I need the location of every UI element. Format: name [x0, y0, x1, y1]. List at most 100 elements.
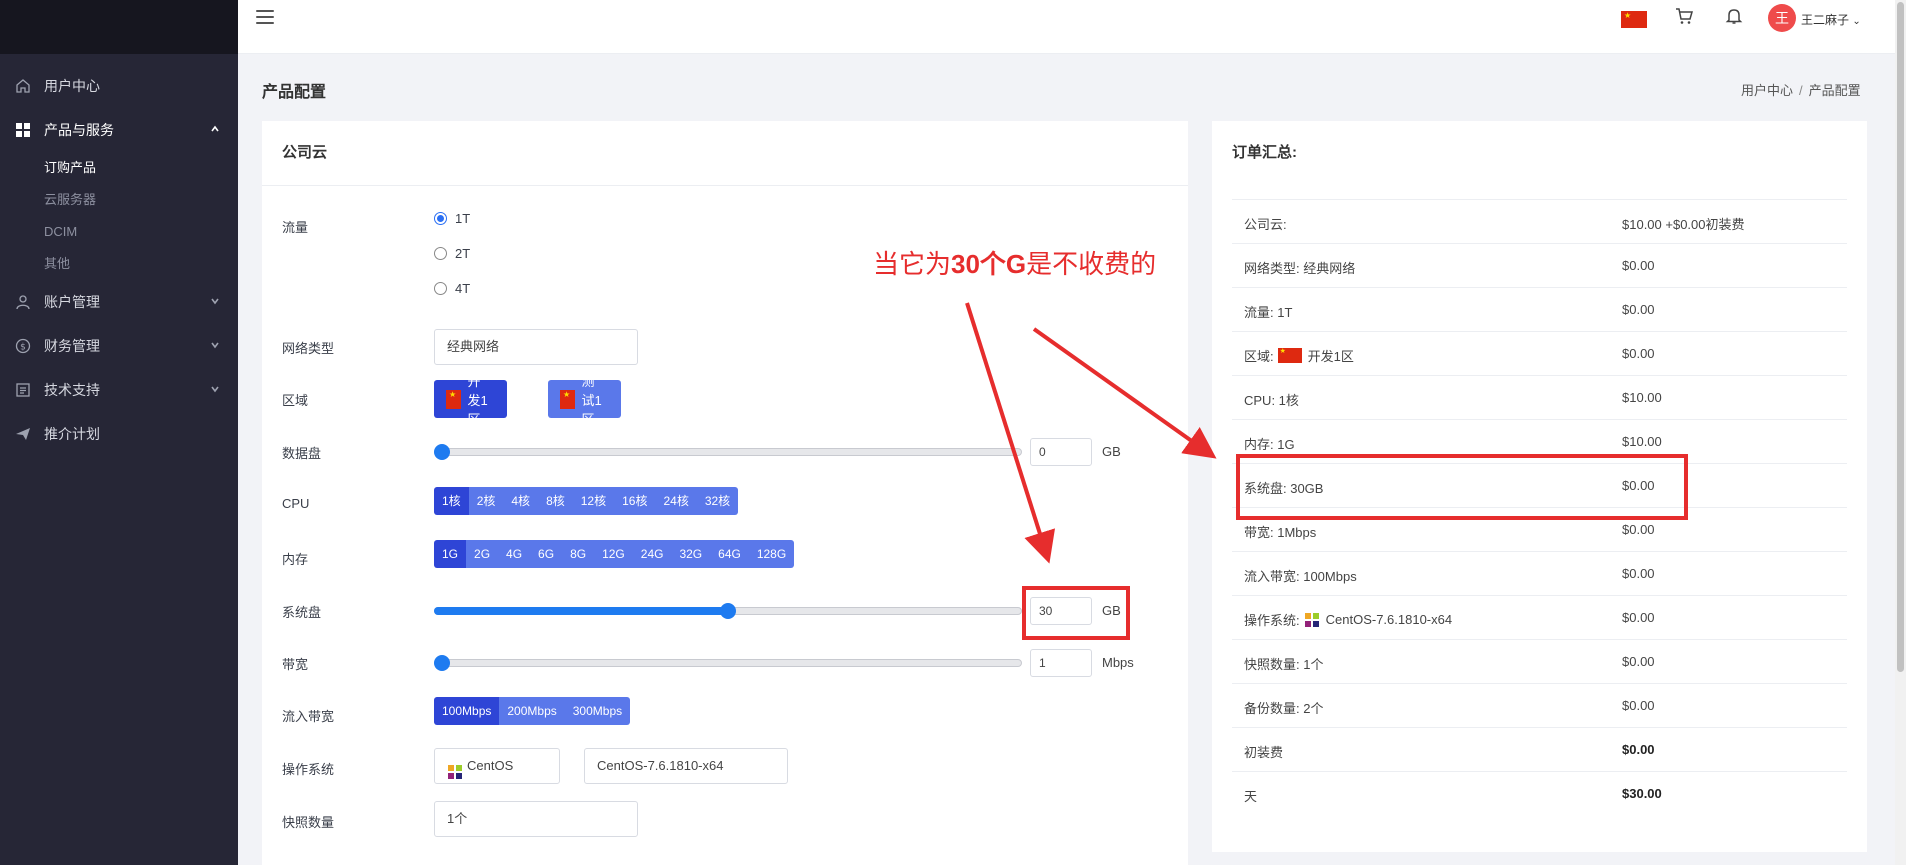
home-icon — [14, 77, 32, 95]
cpu-option[interactable]: 16核 — [614, 487, 656, 515]
data-disk-input[interactable]: 0 — [1030, 438, 1092, 466]
inbound-bandwidth-option[interactable]: 200Mbps — [499, 697, 565, 725]
sidebar-subitem-dcim[interactable]: DCIM — [0, 216, 238, 248]
traffic-option-2t[interactable]: 2T — [434, 246, 470, 261]
cpu-option[interactable]: 32核 — [696, 487, 739, 515]
summary-key: 公司云: — [1244, 217, 1287, 232]
network-type-select[interactable]: 经典网络 — [434, 329, 638, 365]
traffic-option-4t[interactable]: 4T — [434, 281, 470, 296]
radio-dot — [434, 282, 447, 295]
os-family-select[interactable]: CentOS — [434, 748, 560, 784]
memory-option[interactable]: 32G — [671, 540, 711, 568]
summary-key: 流量: 1T — [1244, 305, 1293, 320]
summary-row-setup-fee: 初装费 $0.00 — [1232, 727, 1847, 771]
topbar: 王 王二麻子 ⌄ — [238, 0, 1895, 54]
breadcrumb: 用户中心 / 产品配置 — [1741, 80, 1861, 99]
sidebar-item-products-services[interactable]: 产品与服务 — [0, 108, 238, 152]
inbound-bandwidth-options: 100Mbps 200Mbps 300Mbps — [434, 697, 631, 725]
avatar[interactable]: 王 — [1768, 4, 1796, 32]
summary-value: $0.00 — [1622, 654, 1655, 669]
centos-logo-icon — [447, 759, 463, 779]
radio-dot — [434, 247, 447, 260]
sidebar-nav: 用户中心 产品与服务 订购产品 云服务器 DCIM 其他 账户管理 $ 财务管理… — [0, 54, 238, 456]
summary-key: 操作系统: CentOS-7.6.1810-x64 — [1244, 610, 1452, 629]
data-disk-slider[interactable] — [434, 444, 1022, 460]
cpu-option[interactable]: 24核 — [655, 487, 697, 515]
sidebar-subitem-cloud-server[interactable]: 云服务器 — [0, 184, 238, 216]
china-flag-icon[interactable] — [1621, 11, 1647, 28]
bandwidth-input[interactable]: 1 — [1030, 649, 1092, 677]
bandwidth-slider[interactable] — [434, 655, 1022, 671]
sidebar-item-finance[interactable]: $ 财务管理 — [0, 324, 238, 368]
summary-key: 系统盘: 30GB — [1244, 481, 1324, 496]
memory-option[interactable]: 8G — [562, 540, 595, 568]
summary-row: 区域: 开发1区 $0.00 — [1232, 331, 1847, 375]
cpu-option[interactable]: 1核 — [434, 487, 469, 515]
summary-key: 网络类型: 经典网络 — [1244, 261, 1356, 276]
summary-value: $0.00 — [1622, 346, 1655, 361]
breadcrumb-link-user-center[interactable]: 用户中心 — [1741, 83, 1793, 98]
summary-row: 内存: 1G $10.00 — [1232, 419, 1847, 463]
sidebar-item-user-center[interactable]: 用户中心 — [0, 64, 238, 108]
grid-icon — [14, 121, 32, 139]
radio-label: 1T — [455, 211, 471, 226]
inbound-bandwidth-option[interactable]: 100Mbps — [434, 697, 500, 725]
system-disk-slider[interactable] — [434, 603, 1022, 619]
slider-handle[interactable] — [434, 655, 450, 671]
memory-option[interactable]: 4G — [498, 540, 531, 568]
user-menu[interactable]: 王二麻子 ⌄ — [1801, 11, 1861, 28]
summary-value: $0.00 — [1622, 610, 1655, 625]
cpu-option[interactable]: 8核 — [538, 487, 573, 515]
inbound-bandwidth-option[interactable]: 300Mbps — [564, 697, 631, 725]
region-label-text: 开发1区 — [467, 373, 488, 427]
region-button-test1[interactable]: 测试1区 — [548, 374, 622, 427]
user-icon — [14, 293, 32, 311]
slider-track — [434, 659, 1022, 667]
memory-option[interactable]: 12G — [594, 540, 633, 568]
cpu-option[interactable]: 2核 — [468, 487, 504, 515]
menu-toggle-icon[interactable] — [256, 10, 274, 26]
traffic-option-1t[interactable]: 1T — [434, 211, 470, 226]
ticket-icon — [14, 381, 32, 399]
sidebar-subitem-other[interactable]: 其他 — [0, 248, 238, 280]
memory-options: 1G 2G 4G 6G 8G 12G 24G 32G 64G 128G — [434, 540, 795, 568]
snapshots-select[interactable]: 1个 — [434, 801, 638, 837]
summary-key-prefix: 区域: — [1244, 349, 1274, 364]
sidebar-item-label: 技术支持 — [44, 382, 100, 398]
memory-option[interactable]: 128G — [748, 540, 795, 568]
summary-value: $0.00 — [1622, 478, 1655, 493]
summary-key: 天 — [1244, 789, 1258, 804]
slider-handle[interactable] — [434, 444, 450, 460]
cart-icon[interactable] — [1674, 6, 1696, 28]
summary-key-suffix: 开发1区 — [1307, 349, 1354, 364]
slider-fill — [434, 607, 728, 615]
summary-row-total: 天 $30.00 — [1232, 771, 1847, 815]
sidebar-item-referral[interactable]: 推介计划 — [0, 412, 238, 456]
sidebar-item-label: 账户管理 — [44, 294, 100, 310]
memory-option[interactable]: 6G — [530, 540, 563, 568]
cpu-option[interactable]: 4核 — [503, 487, 539, 515]
sidebar-subitem-order-product[interactable]: 订购产品 — [0, 152, 238, 184]
os-version-select[interactable]: CentOS-7.6.1810-x64 — [584, 748, 788, 784]
sidebar-item-support[interactable]: 技术支持 — [0, 368, 238, 412]
annotation-text-post: 是不收费的 — [1026, 250, 1157, 280]
memory-option[interactable]: 2G — [466, 540, 499, 568]
summary-key: 带宽: 1Mbps — [1244, 525, 1317, 540]
summary-value: $0.00 — [1622, 566, 1655, 581]
summary-value: $0.00 — [1622, 698, 1655, 713]
annotation-text-bold: 30个G — [951, 249, 1027, 279]
chevron-up-icon — [210, 124, 220, 137]
slider-handle[interactable] — [720, 603, 736, 619]
region-button-dev1[interactable]: 开发1区 — [434, 374, 508, 427]
memory-label: 内存 — [282, 552, 309, 567]
sidebar-item-account[interactable]: 账户管理 — [0, 280, 238, 324]
memory-option[interactable]: 64G — [710, 540, 749, 568]
page-scrollbar[interactable] — [1895, 0, 1906, 865]
memory-option[interactable]: 1G — [434, 540, 467, 568]
system-disk-input[interactable]: 30 — [1030, 597, 1092, 625]
memory-option[interactable]: 24G — [632, 540, 672, 568]
summary-row: 备份数量: 2个 $0.00 — [1232, 683, 1847, 727]
cpu-option[interactable]: 12核 — [572, 487, 615, 515]
scrollbar-thumb[interactable] — [1897, 2, 1904, 672]
bell-icon[interactable] — [1724, 6, 1746, 28]
